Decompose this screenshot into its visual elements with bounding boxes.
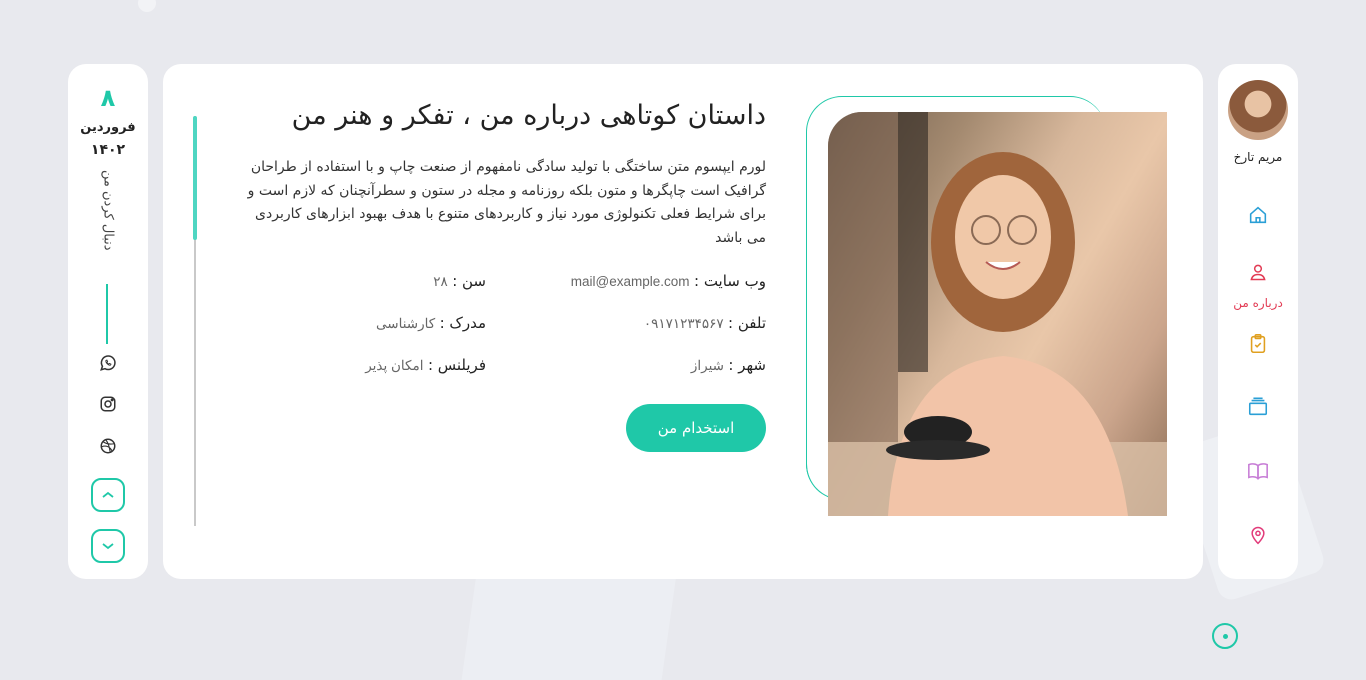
avatar [1228,80,1288,140]
nav-blog[interactable] [1238,456,1278,486]
nav-about-label[interactable]: درباره من [1218,296,1298,310]
progress-indicator [193,116,197,240]
info-value: ۲۸ [433,274,448,289]
info-value: کارشناسی [376,316,436,331]
info-phone: تلفن : ۰۹۱۷۱۲۳۴۵۶۷ [644,314,766,332]
hire-me-button[interactable]: استخدام من [626,404,766,452]
sidebar-nav: مریم تارخ درباره من [1218,64,1298,579]
date-year: ۱۴۰۲ [90,142,126,158]
dribbble-icon[interactable] [96,434,120,458]
info-value: امکان پذیر [365,358,424,373]
chevron-down-icon [102,543,114,550]
info-website: وب سایت : mail@example.com [571,272,766,290]
chevron-up-icon [102,491,114,498]
info-label: فریلنس : [427,356,486,374]
info-value: شیراز [690,358,724,373]
info-label: سن : [452,272,486,290]
info-degree: مدرک : کارشناسی [376,314,486,332]
about-card: داستان کوتاهی درباره من ، تفکر و هنر من … [163,64,1203,579]
scroll-down-button[interactable] [91,529,125,563]
scroll-up-button[interactable] [91,478,125,512]
whatsapp-icon[interactable] [96,351,120,375]
nav-portfolio[interactable] [1238,392,1278,422]
follow-me-text: دنبال کردن من [100,170,116,251]
book-icon [1248,463,1268,480]
instagram-icon[interactable] [96,392,120,416]
info-value: mail@example.com [570,274,690,289]
date-day: ۸ [100,84,116,112]
info-label: وب سایت : [694,272,766,290]
briefcase-icon [1248,397,1268,416]
user-icon [1250,264,1266,281]
page-title: داستان کوتاهی درباره من ، تفکر و هنر من [291,100,766,131]
date-month: فروردین [80,120,136,135]
scroll-indicator[interactable] [1212,623,1238,649]
info-label: مدرک : [439,314,486,332]
divider-line [106,284,108,344]
nav-resume[interactable] [1238,329,1278,359]
left-panel: ۸ فروردین ۱۴۰۲ دنبال کردن من [68,64,148,579]
user-name: مریم تارخ [1233,150,1283,164]
info-label: شهر : [728,356,766,374]
location-icon [1251,526,1265,545]
home-icon [1249,206,1267,224]
info-freelance: فریلنس : امکان پذیر [365,356,486,374]
nav-home[interactable] [1238,200,1278,230]
info-age: سن : ۲۸ [433,272,486,290]
info-label: تلفن : [728,314,766,332]
clipboard-icon [1250,334,1266,354]
decorative-dot [138,0,156,12]
info-city: شهر : شیراز [691,356,766,374]
nav-about[interactable] [1238,257,1278,287]
nav-contact[interactable] [1238,520,1278,550]
profile-photo [828,112,1167,516]
info-value: ۰۹۱۷۱۲۳۴۵۶۷ [643,316,724,331]
about-description: لورم ایپسوم متن ساختگی با تولید سادگی نا… [247,159,766,246]
